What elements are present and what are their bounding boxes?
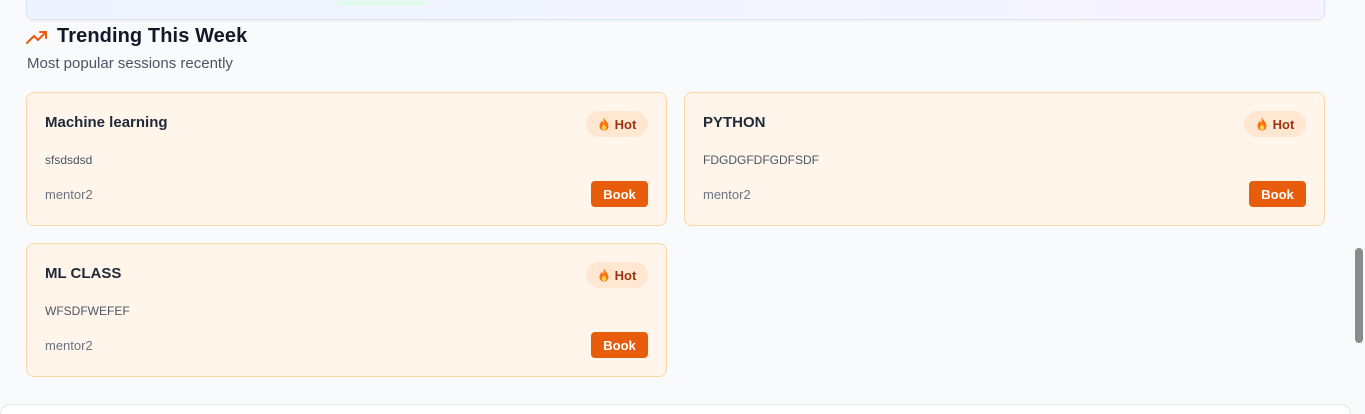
session-title: ML CLASS — [45, 265, 122, 282]
book-button[interactable]: Book — [591, 332, 648, 358]
next-section-panel — [0, 404, 1351, 414]
hot-badge: Hot — [586, 262, 648, 288]
session-card: Machine learning Hot sfsdsdsd mentor2 Bo… — [26, 92, 667, 226]
section-subtitle: Most popular sessions recently — [27, 55, 233, 72]
hot-badge-label: Hot — [614, 116, 637, 132]
session-card: ML CLASS Hot WFSDFWEFEF mentor2 Book — [26, 243, 667, 377]
flame-icon — [1256, 117, 1268, 131]
session-mentor: mentor2 — [703, 187, 751, 202]
hot-badge-label: Hot — [1272, 116, 1295, 132]
session-description: WFSDFWEFEF — [45, 304, 130, 318]
trending-up-icon — [26, 26, 48, 48]
book-button[interactable]: Book — [591, 181, 648, 207]
scrollbar-thumb[interactable] — [1355, 248, 1363, 343]
section-header: Trending This Week — [26, 25, 247, 48]
session-description: FDGDGFDFGDFSDF — [703, 153, 819, 167]
flame-icon — [598, 117, 610, 131]
hot-badge-label: Hot — [614, 267, 637, 283]
session-mentor: mentor2 — [45, 187, 93, 202]
session-title: PYTHON — [703, 114, 766, 131]
book-button[interactable]: Book — [1249, 181, 1306, 207]
hot-badge: Hot — [586, 111, 648, 137]
session-title: Machine learning — [45, 114, 168, 131]
session-mentor: mentor2 — [45, 338, 93, 353]
flame-icon — [598, 268, 610, 282]
section-title: Trending This Week — [57, 25, 248, 47]
session-description: sfsdsdsd — [45, 153, 93, 167]
banner-pill — [337, 1, 427, 5]
session-card: PYTHON Hot FDGDGFDFGDFSDF mentor2 Book — [684, 92, 1325, 226]
hot-badge: Hot — [1244, 111, 1306, 137]
top-banner — [26, 0, 1325, 20]
